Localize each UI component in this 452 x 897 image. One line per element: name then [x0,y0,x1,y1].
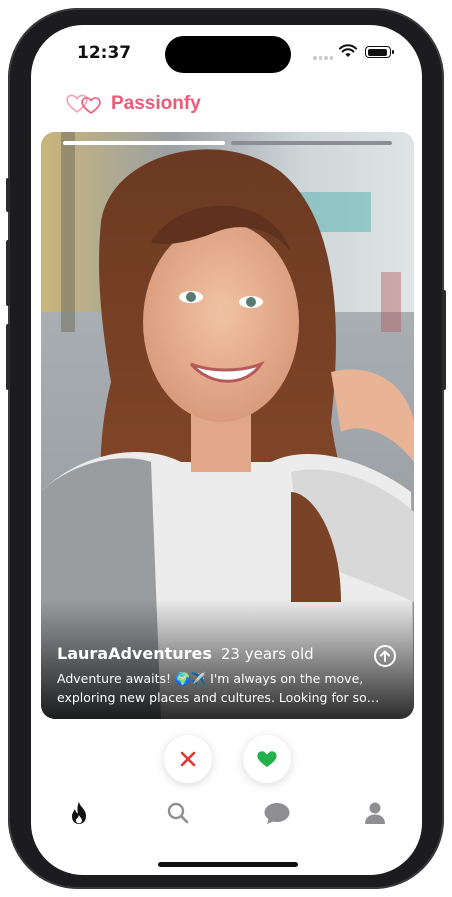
tab-discover[interactable] [59,793,99,833]
app-header: Passionfy [65,89,201,119]
tab-bar [31,793,422,833]
profile-bio-line: Adventure awaits! 🌍✈️ I'm always on the … [57,671,364,686]
tab-messages[interactable] [257,793,297,833]
profile-age: 23 years old [220,645,314,663]
dynamic-island [165,36,291,73]
like-button[interactable] [243,735,291,783]
home-indicator[interactable] [158,862,298,867]
signal-icon [313,56,333,60]
profile-name-row: LauraAdventures 23 years old [57,644,398,663]
phone-side-button [6,240,10,306]
phone-side-button [442,290,446,390]
battery-icon [365,46,394,58]
photo-progress-segment [230,141,392,145]
phone-screen: 12:37 Passionfy LauraAdventures 23 years… [31,25,422,875]
heart-icon [257,751,277,767]
dislike-button[interactable] [164,735,212,783]
photo-progress-segment [63,141,225,145]
profile-card[interactable]: LauraAdventures 23 years old Adventure a… [41,132,414,719]
close-icon [180,751,196,767]
status-bar: 12:37 [31,25,422,85]
profile-bio-line: exploring new places and cultures. Looki… [57,690,387,705]
phone-side-button [6,324,10,390]
tab-search[interactable] [158,793,198,833]
tab-profile[interactable] [355,793,395,833]
profile-info: LauraAdventures 23 years old Adventure a… [57,644,398,707]
chat-icon [264,803,290,824]
flame-icon [72,802,86,824]
profile-username: LauraAdventures [57,644,212,663]
brand-name: Passionfy [111,93,201,114]
wifi-icon [339,44,357,57]
hearts-logo-icon [66,94,101,114]
photo-progress [63,141,392,145]
search-icon [167,802,189,824]
profile-icon [365,802,385,824]
phone-side-button [6,178,10,212]
status-time: 12:37 [77,43,132,63]
profile-bio: Adventure awaits! 🌍✈️ I'm always on the … [57,669,387,707]
